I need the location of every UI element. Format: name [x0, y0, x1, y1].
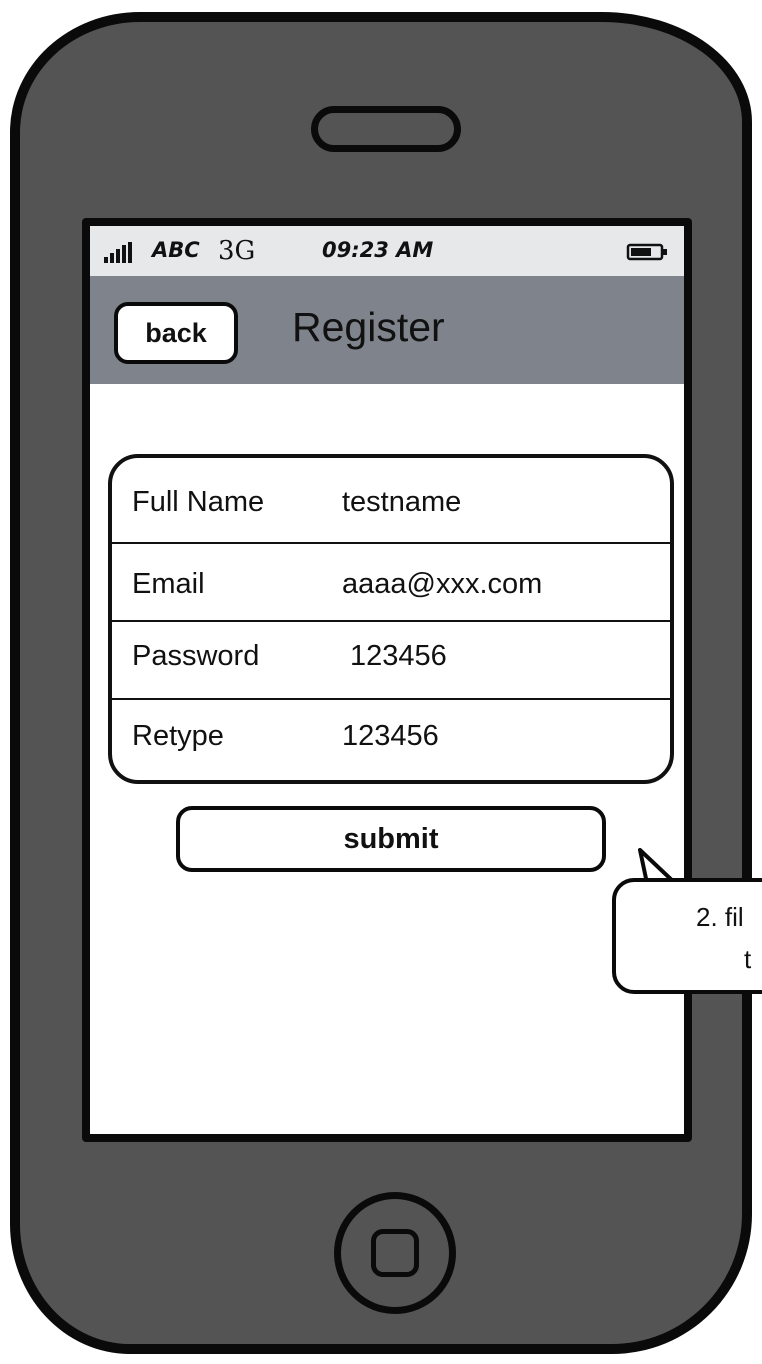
callout-line-2: t	[744, 944, 752, 974]
status-time: 09:23 AM	[322, 238, 434, 262]
email-row[interactable]: Email aaaa@xxx.com	[112, 544, 670, 620]
full-name-label: Full Name	[132, 486, 265, 518]
password-field[interactable]: 123456	[350, 640, 447, 673]
retype-password-field[interactable]: 123456	[342, 720, 439, 753]
callout-text: 2. fil t	[696, 896, 751, 980]
password-label: Password	[132, 640, 260, 672]
email-label: Email	[132, 568, 205, 600]
home-button[interactable]	[334, 1192, 456, 1314]
retype-row[interactable]: Retype 123456	[112, 700, 670, 780]
phone-screen: ABC 3G 09:23 AM back Register Full Name …	[82, 218, 692, 1142]
signal-strength-icon	[104, 242, 132, 263]
callout-line-1: 2. fil	[696, 902, 744, 932]
battery-icon	[626, 243, 667, 261]
page-title: Register	[292, 304, 445, 350]
email-field[interactable]: aaaa@xxx.com	[342, 568, 542, 601]
navigation-bar: back Register	[90, 276, 684, 384]
full-name-field[interactable]: testname	[342, 486, 461, 519]
back-button[interactable]: back	[114, 302, 238, 364]
carrier-name: ABC	[152, 238, 200, 262]
password-row[interactable]: Password 123456	[112, 622, 670, 698]
status-bar: ABC 3G 09:23 AM	[90, 226, 684, 276]
submit-button[interactable]: submit	[176, 806, 606, 872]
mockup-canvas: ABC 3G 09:23 AM back Register Full Name …	[0, 0, 762, 1364]
phone-speaker	[311, 106, 461, 152]
home-square-icon	[371, 1229, 419, 1277]
annotation-callout: 2. fil t	[612, 878, 762, 994]
registration-form: Full Name testname Email aaaa@xxx.com Pa…	[108, 454, 674, 784]
network-type: 3G	[218, 236, 256, 266]
full-name-row[interactable]: Full Name testname	[112, 458, 670, 540]
retype-password-label: Retype	[132, 720, 224, 752]
